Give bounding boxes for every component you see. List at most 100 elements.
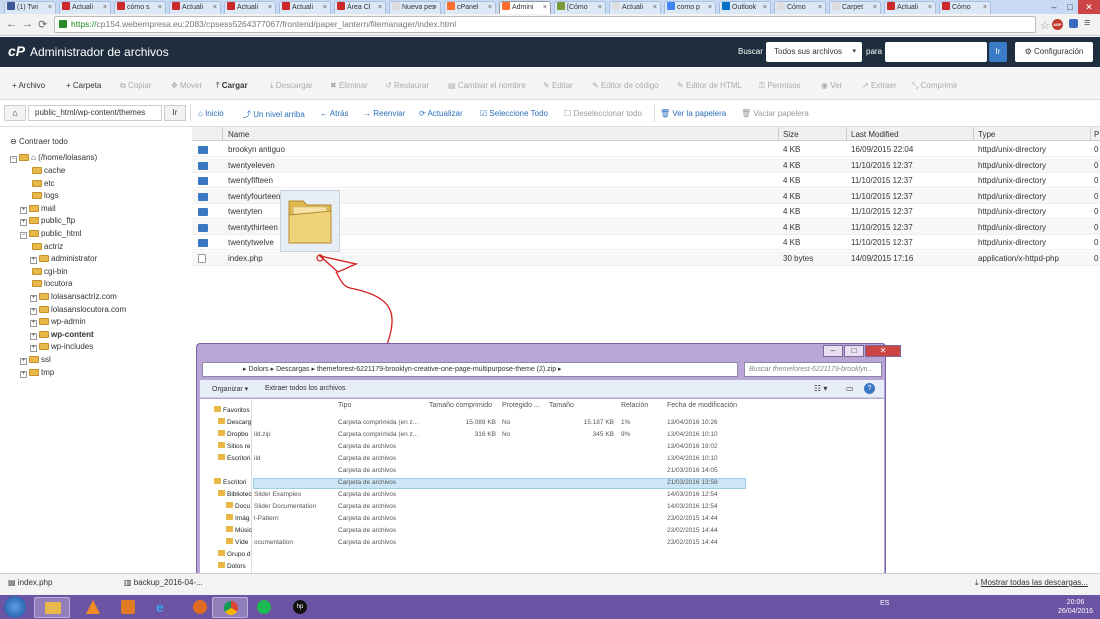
extension-icon[interactable] [1069, 19, 1078, 28]
toolbar-button-12[interactable]: ⚿ Permisos [759, 81, 801, 91]
spotify-taskbar-icon[interactable] [246, 597, 282, 618]
explorer-column-0[interactable]: Tipo [338, 402, 351, 409]
collapse-icon[interactable]: − [10, 156, 17, 163]
close-tab-icon[interactable]: × [983, 2, 987, 13]
tree-node-7[interactable]: + administrator [30, 253, 97, 265]
expand-icon[interactable]: + [30, 345, 37, 353]
explorer-column-4[interactable]: Relación [621, 402, 648, 409]
close-tab-icon[interactable]: × [158, 2, 162, 13]
clock[interactable]: 20:06 26/04/2016 [1058, 598, 1093, 616]
expand-icon[interactable]: + [30, 332, 37, 340]
cpanel-logo[interactable]: cP [8, 43, 25, 59]
explorer-nav-item[interactable]: Descarg [218, 417, 251, 428]
expand-icon[interactable]: + [30, 295, 37, 302]
browser-tab[interactable]: (1) Twi × [4, 1, 56, 14]
expand-icon[interactable]: + [20, 219, 27, 227]
browser-tab[interactable]: como p × [664, 1, 716, 14]
minimize-button[interactable]: – [1046, 0, 1062, 14]
file-row[interactable]: brookyn antiguo 4 KB 16/09/2015 22:04 httpd… [192, 142, 1100, 157]
tree-node-11[interactable]: + lolasanslocutora.com [30, 304, 126, 316]
explorer-nav-item[interactable]: Sitios re [218, 441, 250, 452]
column-header-2[interactable]: Last Modified [851, 130, 899, 139]
column-header-0[interactable]: Name [228, 130, 249, 139]
close-tab-icon[interactable]: × [48, 2, 52, 13]
browser-tab[interactable]: Actuali × [609, 1, 661, 14]
collapse-all-link[interactable]: ⊖ Contraer todo [10, 137, 68, 146]
view-icon[interactable]: ☷ ▾ [814, 384, 827, 393]
close-tab-icon[interactable]: × [928, 2, 932, 13]
browser-tab[interactable]: Cómo × [774, 1, 826, 14]
close-tab-icon[interactable]: × [323, 2, 327, 13]
tree-node-3[interactable]: + mail [20, 203, 56, 215]
tree-node-12[interactable]: + wp-admin [30, 316, 86, 328]
tree-node-4[interactable]: + public_ftp [20, 215, 75, 227]
tree-node-9[interactable]: locutora [30, 278, 72, 290]
explorer-column-3[interactable]: Tamaño [549, 402, 574, 409]
explorer-nav-item[interactable]: Docu [226, 501, 250, 512]
close-tab-icon[interactable]: × [598, 2, 602, 13]
tree-node-13[interactable]: + wp-content [30, 329, 94, 341]
close-tab-icon[interactable]: × [708, 2, 712, 13]
explorer-address-bar[interactable]: ▸ Dolors ▸ Descargas ▸ themeforest-62211… [202, 362, 738, 377]
explorer-search-input[interactable]: Buscar themeforest-6221179-brooklyn... [744, 362, 882, 377]
close-button[interactable]: ✕ [865, 345, 901, 357]
explorer-nav-item[interactable]: Dolors [218, 561, 246, 572]
expand-icon[interactable]: + [20, 358, 27, 365]
toolbar-button-6[interactable]: ✖ Eliminar [330, 81, 368, 90]
settings-button[interactable]: ⚙ Configuración [1015, 42, 1093, 62]
path-nav-button-3[interactable]: → Reenviar [363, 109, 405, 118]
close-tab-icon[interactable]: × [653, 2, 657, 13]
browser-tab[interactable]: Actuali × [224, 1, 276, 14]
path-nav-button-0[interactable]: ⌂ Inicio [198, 109, 224, 118]
media-taskbar-icon[interactable] [110, 597, 146, 618]
close-tab-icon[interactable]: × [818, 2, 822, 13]
path-nav-button-2[interactable]: ← Atrás [320, 109, 348, 118]
toolbar-button-7[interactable]: ↺ Restaurar [385, 81, 429, 90]
path-go-button[interactable]: Ir [164, 105, 186, 121]
browser-tab[interactable]: Outlook × [719, 1, 771, 14]
search-go-button[interactable]: Ir [989, 42, 1007, 62]
toolbar-button-9[interactable]: ✎ Editar [543, 81, 573, 90]
tree-root[interactable]: − ⌂ (/home/lolasans) [10, 152, 97, 164]
minimize-button[interactable]: – [823, 345, 843, 357]
file-row[interactable]: twentyeleven 4 KB 11/10/2015 12:37 httpd/un… [192, 157, 1100, 173]
explorer-column-1[interactable]: Tamaño comprimido [429, 402, 492, 409]
path-nav-button-1[interactable]: ⤴ Un nivel arriba [243, 109, 305, 120]
explorer-nav-item[interactable]: Músic [226, 525, 252, 536]
path-nav-button-5[interactable]: ☑ Seleccione Todo [480, 109, 548, 118]
close-tab-icon[interactable]: × [488, 2, 492, 13]
browser-tab[interactable]: Admini × [499, 1, 551, 14]
vlc-taskbar-icon[interactable] [74, 597, 110, 618]
browser-tab[interactable]: [Cómo × [554, 1, 606, 14]
back-arrow-icon[interactable]: ← [6, 18, 17, 30]
browser-tab[interactable]: Actuali × [169, 1, 221, 14]
toolbar-button-10[interactable]: ✎ Editor de código [592, 81, 659, 90]
collapse-icon[interactable]: − [20, 232, 27, 239]
explorer-column-2[interactable]: Protegido ... [502, 402, 540, 409]
close-tab-icon[interactable]: × [433, 2, 437, 13]
language-indicator[interactable]: ES [880, 600, 889, 607]
close-tab-icon[interactable]: × [213, 2, 217, 13]
toolbar-button-4[interactable]: ⤒ Cargar [216, 81, 248, 91]
path-nav-button-7[interactable]: 🗑 Ver la papelera [660, 109, 726, 118]
adblock-icon[interactable]: ABP [1052, 19, 1063, 30]
file-row[interactable]: twentyfifteen 4 KB 11/10/2015 12:37 httpd/u… [192, 173, 1100, 188]
browser-tab[interactable]: cPanel × [444, 1, 496, 14]
toolbar-button-15[interactable]: ⤡ Comprimir [912, 81, 958, 91]
maximize-button[interactable]: □ [844, 345, 864, 357]
reload-icon[interactable]: ⟳ [38, 18, 47, 31]
browser-tab[interactable]: Cómo × [939, 1, 991, 14]
close-tab-icon[interactable]: × [268, 2, 272, 13]
toolbar-button-11[interactable]: ✎ Editor de HTML [677, 81, 742, 90]
browser-tab[interactable]: Carpet × [829, 1, 881, 14]
explorer-nav-item[interactable]: Dropbo [218, 429, 248, 440]
close-tab-icon[interactable]: × [873, 2, 877, 13]
tree-node-6[interactable]: actriz [30, 241, 63, 253]
start-button[interactable] [4, 596, 26, 618]
expand-icon[interactable]: + [30, 320, 37, 328]
search-scope-select[interactable]: Todos sus archivos ▾ [766, 42, 862, 62]
toolbar-button-8[interactable]: ▤ Cambiar el nombre [448, 81, 526, 90]
search-input[interactable] [885, 42, 987, 62]
explorer-nav-item[interactable]: Escritori [214, 477, 246, 488]
browser-tab[interactable]: cómo s × [114, 1, 166, 14]
